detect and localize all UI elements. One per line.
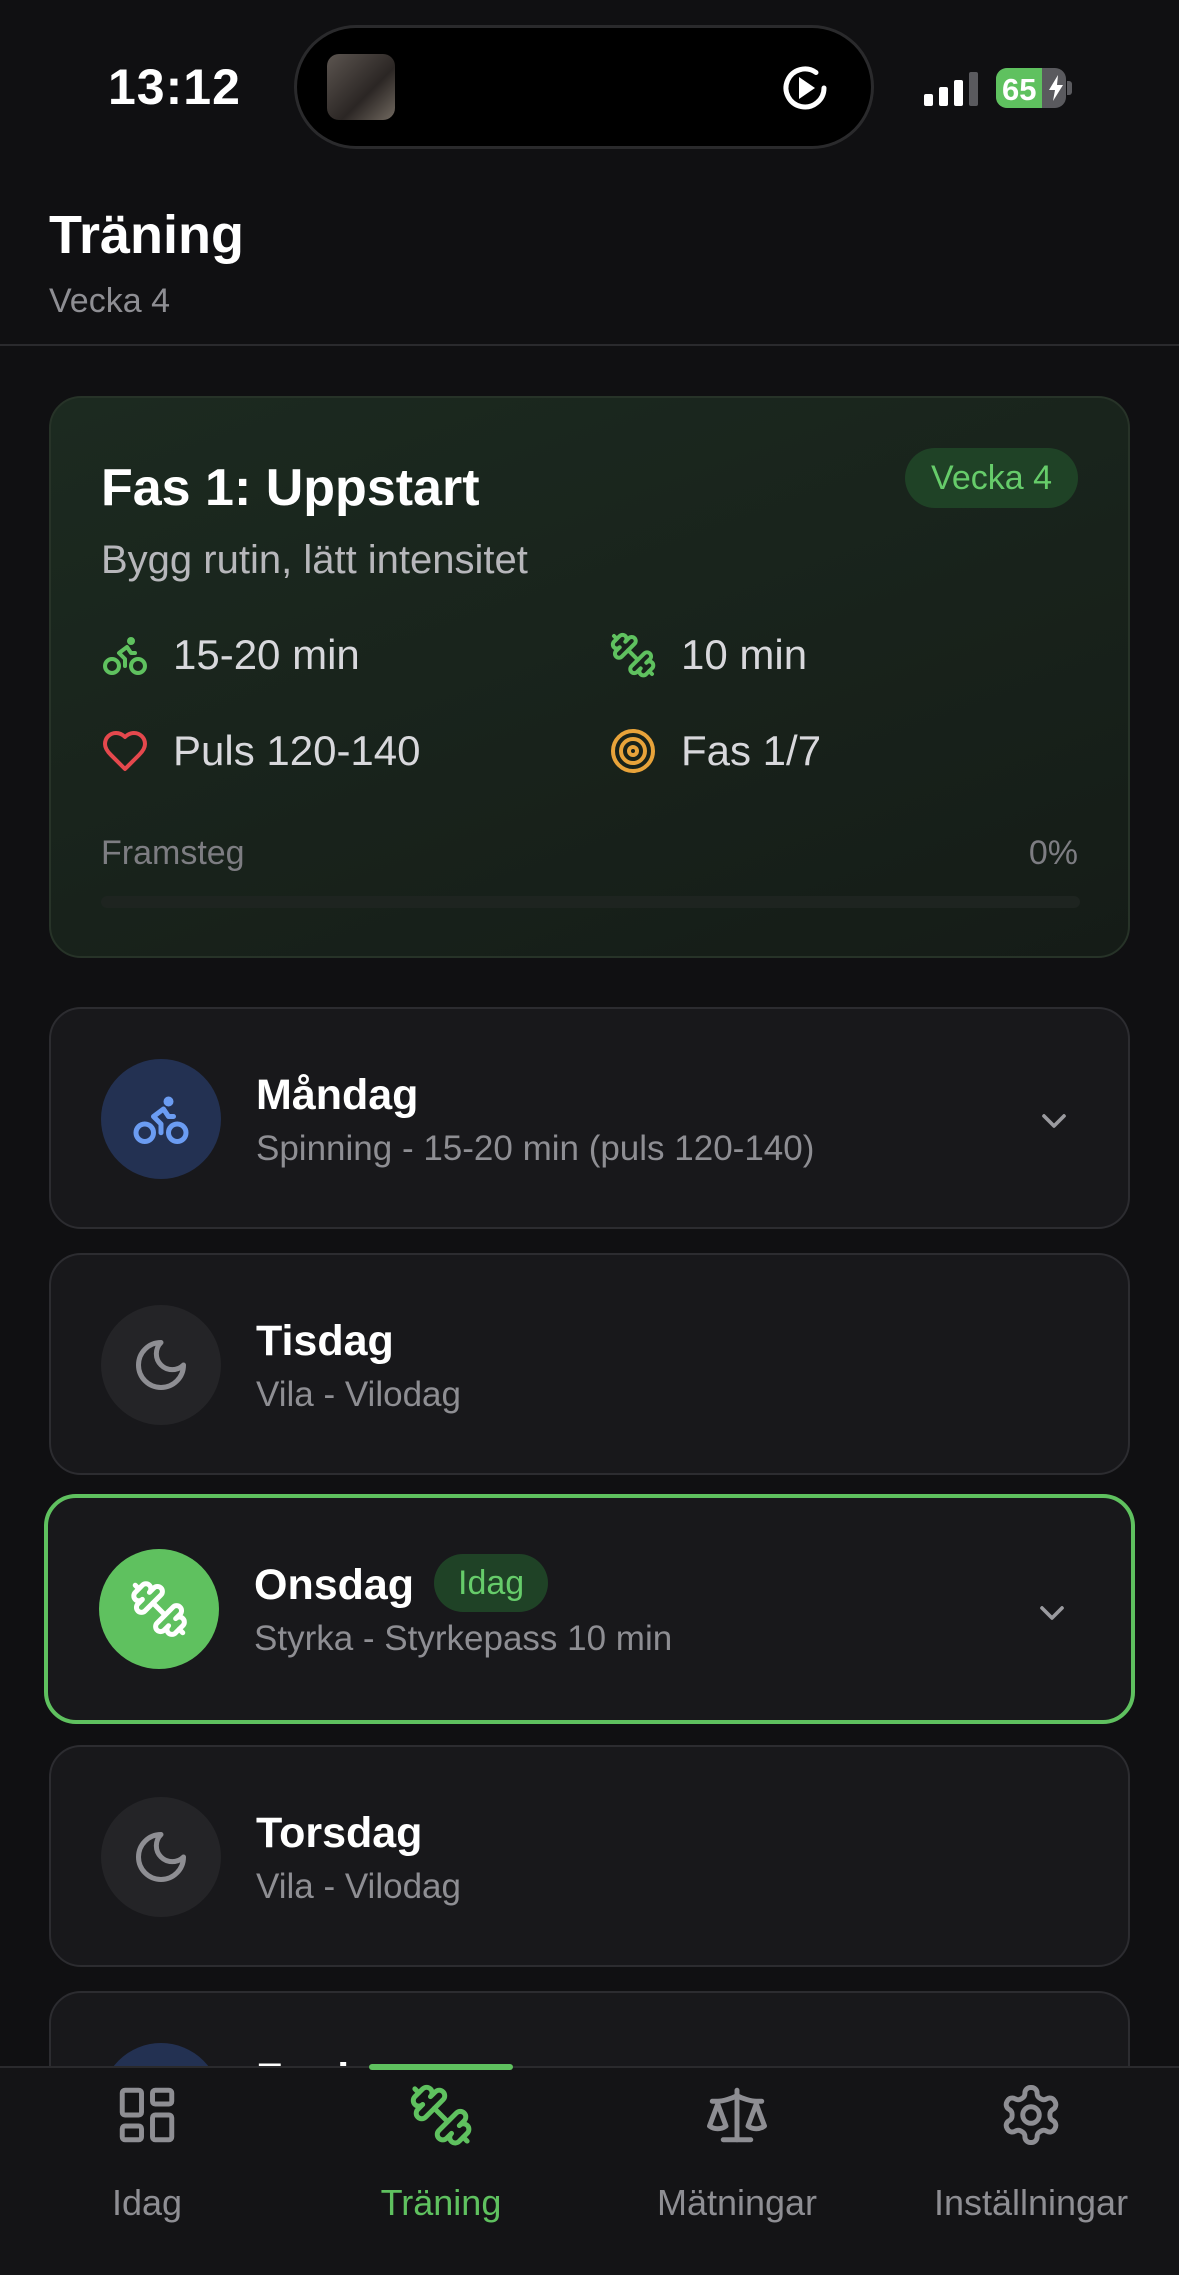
day-name: Tisdag (256, 1317, 394, 1365)
progress-label: Framsteg (101, 834, 245, 872)
day-icon-thursday (101, 1797, 221, 1917)
phase-description: Bygg rutin, lätt intensitet (101, 538, 528, 582)
dumbbell-icon (610, 632, 656, 678)
moon-icon (136, 1832, 186, 1882)
nav-tab-traning[interactable]: Träning (294, 2064, 588, 2275)
day-card-thursday[interactable]: Torsdag Vila - Vilodag (49, 1745, 1130, 1967)
battery-indicator: 65 (996, 68, 1072, 108)
day-name: Onsdag (254, 1561, 415, 1609)
stat-strength: 10 min (609, 630, 807, 680)
day-description: Vila - Vilodag (256, 1867, 461, 1906)
stat-pulse: Puls 120-140 (101, 726, 421, 776)
page-header: Träning Vecka 4 (0, 170, 1179, 346)
day-card-tuesday[interactable]: Tisdag Vila - Vilodag (49, 1253, 1130, 1475)
stat-phase: Fas 1/7 (609, 726, 821, 776)
phase-card[interactable]: Fas 1: Uppstart Vecka 4 Bygg rutin, lätt… (49, 396, 1130, 958)
progress-bar (101, 896, 1080, 908)
day-description: Vila - Vilodag (256, 1375, 461, 1414)
nav-tab-matningar[interactable]: Mätningar (590, 2068, 884, 2275)
page-title: Träning (49, 205, 245, 265)
progress-value: 0% (1028, 834, 1078, 872)
today-badge: Idag (434, 1554, 549, 1612)
chevron-down-icon[interactable] (1034, 1101, 1074, 1141)
nav-tab-installningar[interactable]: Inställningar (884, 2068, 1178, 2275)
bike-icon (103, 637, 147, 675)
gear-icon (1003, 2085, 1059, 2145)
moon-icon (136, 1340, 186, 1390)
bike-icon (133, 1096, 189, 1144)
stat-phase-label: Fas 1/7 (681, 727, 822, 774)
target-icon (611, 729, 655, 773)
stat-strength-label: 10 min (681, 631, 808, 678)
day-icon-wednesday (99, 1549, 219, 1669)
active-tab-indicator (369, 2064, 513, 2070)
grid-icon (119, 2087, 175, 2143)
day-name: Torsdag (256, 1809, 423, 1857)
day-card-monday[interactable]: Måndag Spinning - 15-20 min (puls 120-14… (49, 1007, 1130, 1229)
nav-label: Inställningar (933, 2182, 1129, 2223)
nav-label: Träning (380, 2182, 502, 2223)
week-badge: Vecka 4 (905, 448, 1078, 508)
day-icon-tuesday (101, 1305, 221, 1425)
stat-cardio: 15-20 min (101, 630, 360, 680)
page-subtitle: Vecka 4 (49, 282, 170, 320)
scale-icon (707, 2087, 767, 2143)
day-icon-monday (101, 1059, 221, 1179)
bottom-navigation: Idag Träning Mätningar Inställningar (0, 2064, 1179, 2275)
play-icon[interactable] (775, 58, 835, 118)
nav-tab-idag[interactable]: Idag (0, 2068, 294, 2275)
chevron-down-icon[interactable] (1032, 1593, 1072, 1633)
heart-icon (103, 731, 147, 771)
now-playing-artwork[interactable] (327, 54, 395, 120)
day-description: Spinning - 15-20 min (puls 120-140) (256, 1129, 815, 1168)
battery-percent: 65 (1002, 72, 1037, 107)
stat-pulse-label: Puls 120-140 (173, 727, 421, 774)
stat-cardio-label: 15-20 min (173, 631, 360, 678)
dumbbell-icon (410, 2084, 472, 2146)
dynamic-island[interactable] (297, 28, 871, 146)
phase-title: Fas 1: Uppstart (101, 459, 480, 517)
status-time: 13:12 (108, 59, 241, 115)
cellular-signal-icon (924, 72, 978, 106)
status-bar: 13:12 65 (0, 0, 1179, 170)
charging-bolt-icon (1049, 75, 1063, 101)
day-name: Måndag (256, 1071, 419, 1119)
nav-label: Idag (111, 2182, 183, 2223)
day-card-wednesday[interactable]: Onsdag Idag Styrka - Styrkepass 10 min (44, 1494, 1135, 1724)
day-description: Styrka - Styrkepass 10 min (254, 1619, 673, 1658)
dumbbell-icon (131, 1581, 187, 1637)
nav-label: Mätningar (656, 2182, 818, 2223)
